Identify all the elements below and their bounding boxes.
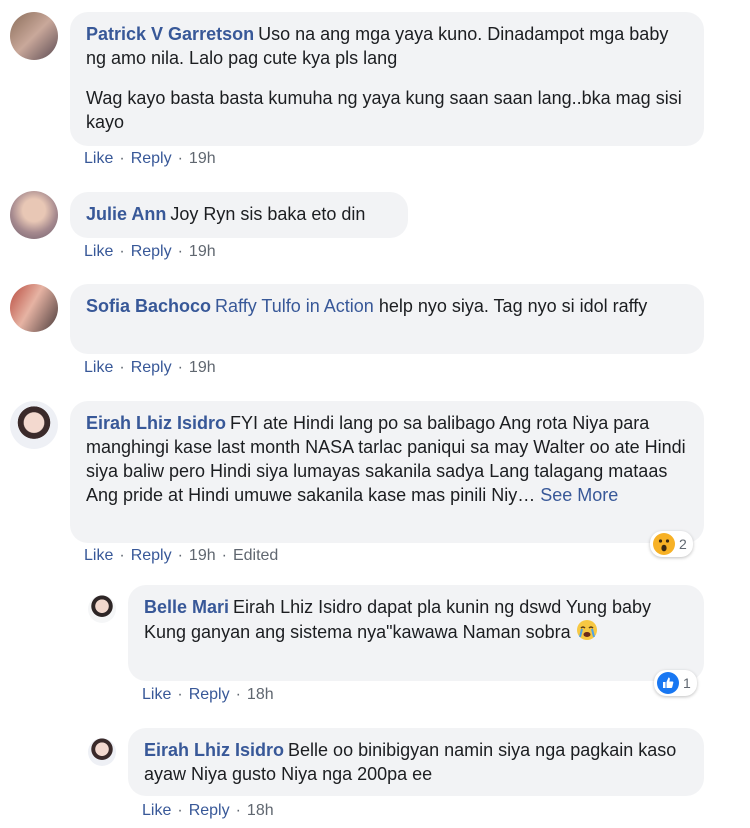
reply-button[interactable]: Reply <box>189 802 230 819</box>
like-button[interactable]: Like <box>142 686 171 703</box>
reaction-number: 2 <box>679 536 687 552</box>
comment-bubble: Eirah Lhiz Isidro FYI ate Hindi lang po s… <box>70 401 704 543</box>
like-button[interactable]: Like <box>84 547 113 564</box>
avatar[interactable] <box>10 284 58 332</box>
like-button[interactable]: Like <box>84 150 113 167</box>
like-button[interactable]: Like <box>142 802 171 819</box>
like-button[interactable]: Like <box>84 359 113 376</box>
reply-button[interactable]: Reply <box>131 150 172 167</box>
comment-actions: Like · Reply · 19h <box>84 150 216 167</box>
thumbs-up-icon <box>657 672 679 694</box>
reaction-count[interactable]: 2 <box>650 531 693 557</box>
comment-bubble: Sofia Bachoco Raffy Tulfo in Action help … <box>70 284 704 354</box>
reply-button[interactable]: Reply <box>131 547 172 564</box>
reply-button[interactable]: Reply <box>131 359 172 376</box>
wow-emoji-icon <box>653 533 675 555</box>
timestamp[interactable]: 19h <box>189 547 216 564</box>
comment-author[interactable]: Eirah Lhiz Isidro <box>86 413 226 433</box>
avatar[interactable] <box>10 401 58 449</box>
reply-button[interactable]: Reply <box>189 686 230 703</box>
reply-author[interactable]: Belle Mari <box>144 597 229 617</box>
reply-author[interactable]: Eirah Lhiz Isidro <box>144 740 284 760</box>
reply-button[interactable]: Reply <box>131 243 172 260</box>
comment-text: Joy Ryn sis baka eto din <box>170 204 366 224</box>
see-more-link[interactable]: See More <box>540 485 618 505</box>
avatar[interactable] <box>10 191 58 239</box>
reply-actions: Like · Reply · 18h <box>142 802 274 819</box>
comment-author[interactable]: Sofia Bachoco <box>86 296 211 316</box>
comment-text: help nyo siya. Tag nyo si idol raffy <box>378 296 648 316</box>
timestamp[interactable]: 19h <box>189 150 216 167</box>
avatar[interactable] <box>88 738 116 766</box>
reaction-number: 1 <box>683 675 691 691</box>
reaction-count[interactable]: 1 <box>654 670 697 696</box>
comment-actions: Like · Reply · 19h · Edited <box>84 547 279 564</box>
timestamp[interactable]: 19h <box>189 243 216 260</box>
mention-link[interactable]: Raffy Tulfo in Action <box>215 296 374 316</box>
like-button[interactable]: Like <box>84 243 113 260</box>
comment-author[interactable]: Julie Ann <box>86 204 166 224</box>
edited-label: Edited <box>232 547 279 564</box>
timestamp[interactable]: 18h <box>247 686 274 703</box>
comment-actions: Like · Reply · 19h <box>84 243 216 260</box>
avatar[interactable] <box>88 595 116 623</box>
reply-bubble: Eirah Lhiz Isidro Belle oo binibigyan nam… <box>128 728 704 796</box>
comment-text: Wag kayo basta basta kumuha ng yaya kung… <box>86 88 682 132</box>
timestamp[interactable]: 19h <box>189 359 216 376</box>
reply-bubble: Belle Mari Eirah Lhiz Isidro dapat pla ku… <box>128 585 704 681</box>
reply-actions: Like · Reply · 18h <box>142 686 274 703</box>
crying-emoji-icon <box>576 619 598 647</box>
comment-bubble: Patrick V Garretson Uso na ang mga yaya k… <box>70 12 704 146</box>
comment-actions: Like · Reply · 19h <box>84 359 216 376</box>
comment-bubble: Julie Ann Joy Ryn sis baka eto din <box>70 192 408 238</box>
comment-author[interactable]: Patrick V Garretson <box>86 24 254 44</box>
avatar[interactable] <box>10 12 58 60</box>
timestamp[interactable]: 18h <box>247 802 274 819</box>
